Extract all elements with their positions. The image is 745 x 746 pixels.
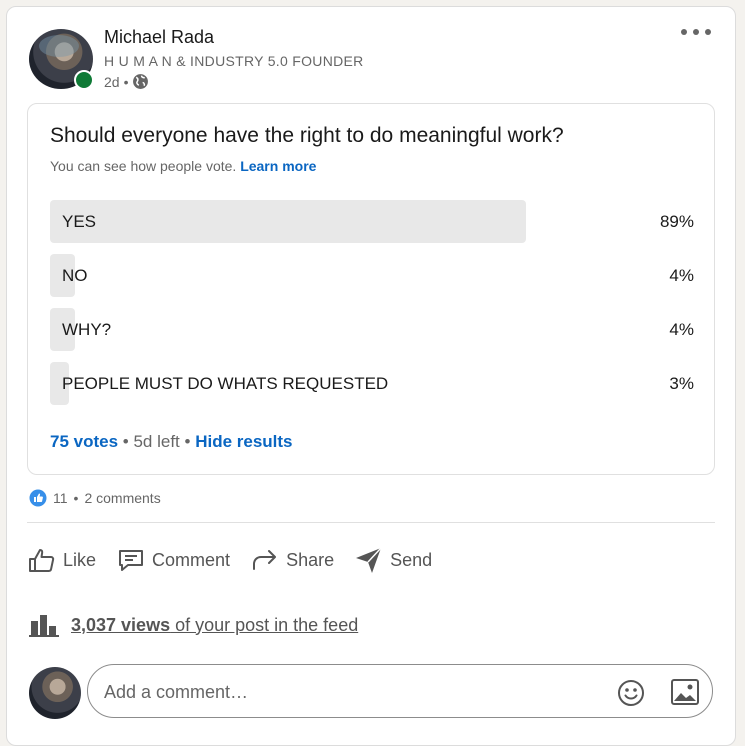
- send-label: Send: [390, 549, 433, 570]
- comment-button[interactable]: Comment: [116, 545, 230, 575]
- poll-question: Should everyone have the right to do mea…: [50, 124, 564, 147]
- poll-option-label: WHY?: [62, 320, 112, 339]
- comment-icon: [119, 550, 144, 571]
- views-count: 3,037 views: [71, 614, 171, 635]
- poll-option-label: NO: [62, 266, 88, 285]
- poll-option-percent: 4%: [669, 320, 694, 339]
- globe-icon: [133, 74, 149, 89]
- more-horizontal-icon[interactable]: [679, 25, 713, 39]
- meta-separator: •: [123, 73, 129, 90]
- learn-more-link[interactable]: Learn more: [240, 158, 316, 174]
- poll: Should everyone have the right to do mea…: [27, 103, 715, 475]
- poll-option-percent: 4%: [669, 266, 694, 285]
- poll-option-label: YES: [62, 212, 97, 231]
- thumbs-up-icon: [29, 549, 55, 572]
- poll-option-bar: [50, 200, 526, 243]
- poll-option: YES 89%: [50, 200, 694, 243]
- author-name[interactable]: Michael Rada: [104, 27, 214, 48]
- comment-box[interactable]: [87, 664, 713, 718]
- poll-option-label: PEOPLE MUST DO WHATS REQUESTED: [62, 374, 389, 393]
- share-button[interactable]: Share: [250, 545, 334, 575]
- social-dot: •: [73, 490, 79, 506]
- time-left: 5d left: [133, 432, 180, 451]
- reactions-count[interactable]: 11: [53, 490, 68, 506]
- action-bar: Like Comment Share Send: [27, 545, 432, 575]
- like-button[interactable]: Like: [27, 545, 96, 575]
- poll-visibility-note: You can see how people vote.: [50, 158, 237, 174]
- share-icon: [253, 550, 277, 570]
- post-card: Michael Rada H U M A N & INDUSTRY 5.0 FO…: [6, 6, 736, 746]
- post-meta: 2d •: [104, 73, 149, 90]
- send-icon: [356, 547, 382, 573]
- poll-option: WHY? 4%: [50, 308, 694, 351]
- image-icon[interactable]: [671, 679, 699, 705]
- post-views: 3,037 views of your post in the feed: [29, 613, 358, 637]
- poll-option-percent: 89%: [659, 212, 694, 231]
- views-link[interactable]: 3,037 views of your post in the feed: [71, 615, 358, 636]
- analytics-bar-chart-icon: [29, 615, 59, 637]
- footer-dot: •: [122, 432, 129, 451]
- online-status-indicator: [74, 70, 94, 90]
- divider: [27, 522, 715, 523]
- footer-dot: •: [184, 432, 191, 451]
- comments-count[interactable]: 2 comments: [84, 490, 160, 506]
- like-reaction-icon[interactable]: [29, 489, 47, 507]
- hide-results-link[interactable]: Hide results: [195, 432, 292, 451]
- social-counts: 11 • 2 comments: [29, 489, 161, 507]
- views-suffix: of your post in the feed: [170, 614, 359, 635]
- post-time: 2d: [104, 73, 120, 90]
- author-headline: H U M A N & INDUSTRY 5.0 FOUNDER: [104, 53, 364, 69]
- poll-option-percent: 3%: [669, 374, 694, 393]
- share-label: Share: [286, 549, 335, 570]
- send-button[interactable]: Send: [354, 545, 432, 575]
- poll-option: PEOPLE MUST DO WHATS REQUESTED 3%: [50, 362, 694, 405]
- comment-input[interactable]: [102, 678, 586, 706]
- votes-link[interactable]: 75 votes: [50, 432, 118, 451]
- poll-footer: 75 votes • 5d left • Hide results: [50, 432, 293, 452]
- emoji-icon[interactable]: [617, 679, 645, 707]
- poll-subtext: You can see how people vote. Learn more: [50, 158, 316, 174]
- like-label: Like: [63, 549, 97, 570]
- comment-label: Comment: [152, 549, 231, 570]
- poll-option: NO 4%: [50, 254, 694, 297]
- current-user-avatar[interactable]: [29, 667, 81, 719]
